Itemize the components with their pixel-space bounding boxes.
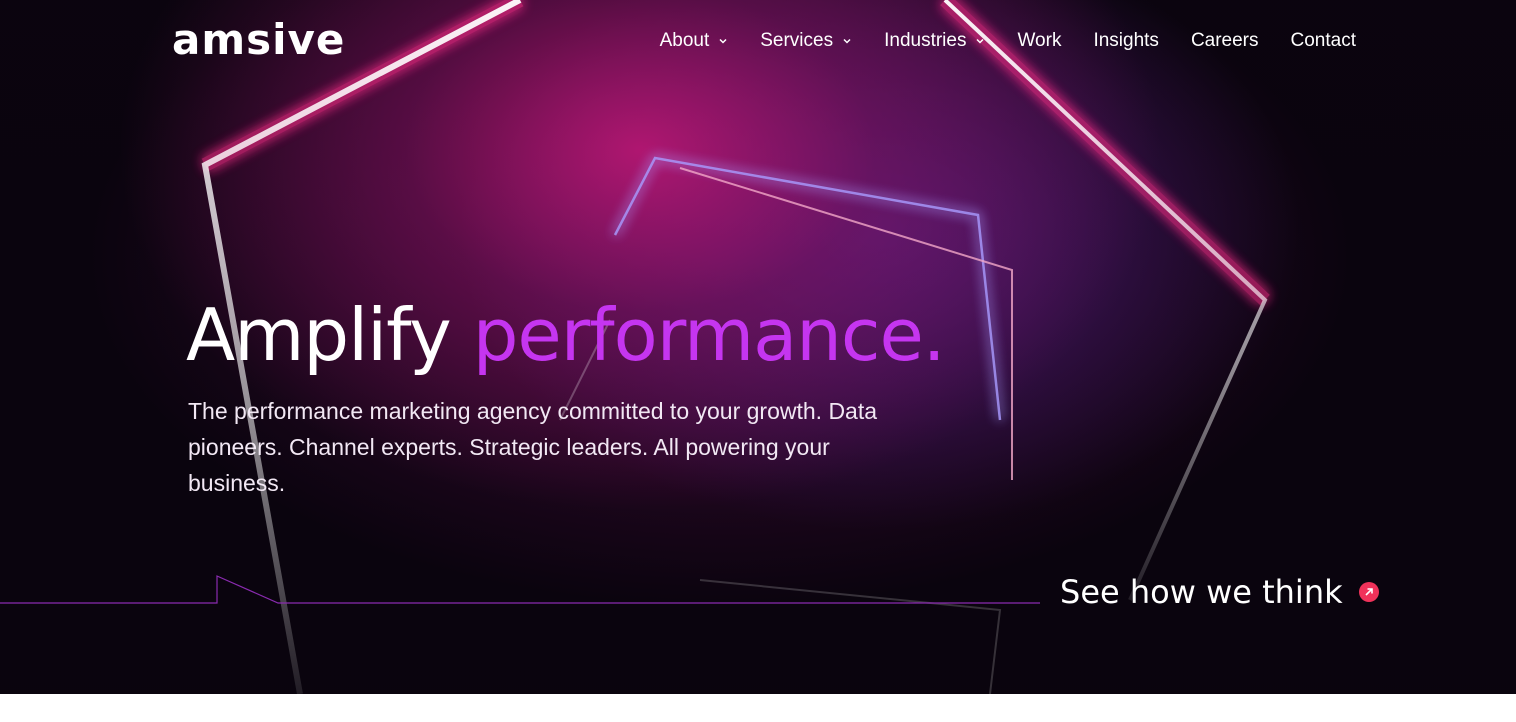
nav-item-insights[interactable]: Insights <box>1093 28 1158 54</box>
nav-item-label: Industries <box>884 30 967 51</box>
nav-item-label: Contact <box>1290 30 1356 51</box>
amsive-logo[interactable]: amsive <box>172 18 345 62</box>
nav-item-label: Services <box>760 30 834 51</box>
headline-accent: performance. <box>472 293 946 377</box>
nav-item-contact[interactable]: Contact <box>1291 28 1356 54</box>
arrow-up-right-icon <box>1358 582 1379 602</box>
headline-primary: Amplify <box>186 293 452 377</box>
chevron-down-icon <box>843 38 851 44</box>
cta-label: See how we think <box>1060 573 1343 611</box>
hero-headline: Amplify performance. <box>186 292 946 378</box>
nav-item-about[interactable]: About <box>660 28 729 54</box>
nav-item-label: Insights <box>1093 30 1159 51</box>
chevron-down-icon <box>719 38 727 44</box>
nav-item-services[interactable]: Services <box>760 28 852 54</box>
nav-item-work[interactable]: Work <box>1017 28 1061 54</box>
nav-item-label: Work <box>1017 30 1062 51</box>
nav-item-careers[interactable]: Careers <box>1191 28 1259 54</box>
nav-item-label: Careers <box>1190 30 1259 51</box>
nav-item-label: About <box>659 30 710 51</box>
nav-item-industries[interactable]: Industries <box>884 28 985 54</box>
see-how-we-think-link[interactable]: See how we think <box>1060 570 1379 614</box>
hero-divider-line <box>0 575 1040 604</box>
hero-subheadline: The performance marketing agency committ… <box>188 398 878 496</box>
chevron-down-icon <box>976 38 984 44</box>
hero-section: amsive About Services Industries Work In… <box>0 0 1516 694</box>
main-navigation: About Services Industries Work Insights … <box>628 28 1356 54</box>
